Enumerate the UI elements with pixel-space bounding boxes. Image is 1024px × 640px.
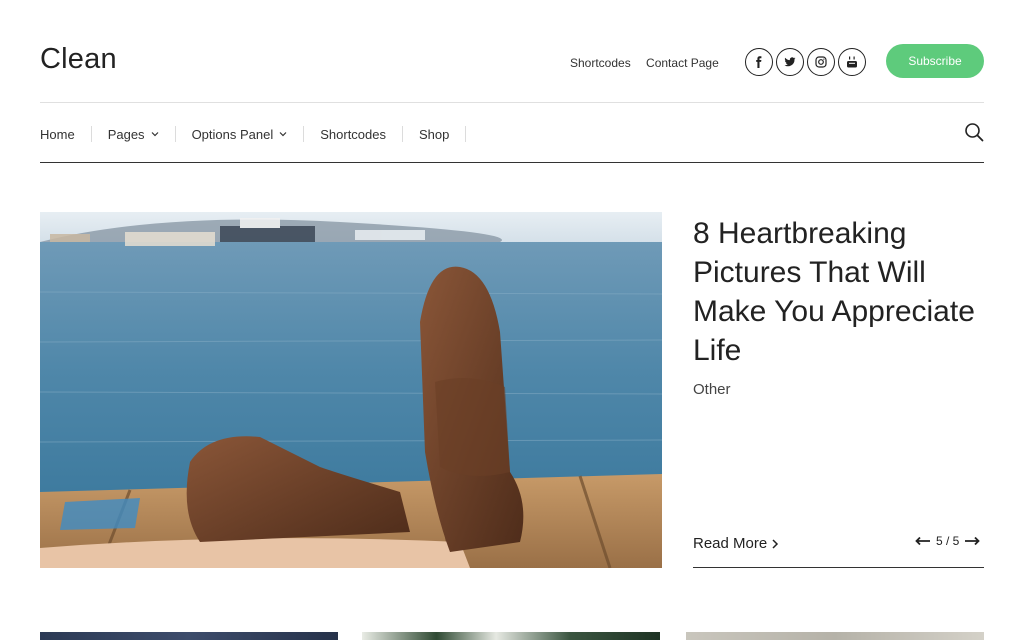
nav-label: Home <box>40 126 75 142</box>
instagram-icon[interactable] <box>807 48 835 76</box>
slider-pager: 5 / 5 <box>915 534 981 548</box>
top-link-contact[interactable]: Contact Page <box>646 56 719 70</box>
nav-label: Shortcodes <box>320 126 386 142</box>
nav-label: Shop <box>419 126 450 142</box>
site-header: Clean Shortcodes Contact Page Subscribe <box>40 40 984 102</box>
nav-item-home[interactable]: Home <box>40 126 92 142</box>
main-nav: Home Pages Options Panel Shortcodes Shop <box>40 103 984 163</box>
arrow-left-icon[interactable] <box>915 536 931 546</box>
nav-label: Options Panel <box>191 126 274 142</box>
nav-list: Home Pages Options Panel Shortcodes Shop <box>40 126 467 142</box>
subscribe-button[interactable]: Subscribe <box>886 44 984 78</box>
read-more-label: Read More <box>693 535 768 552</box>
site-logo[interactable]: Clean <box>40 43 117 76</box>
thumbnail-image[interactable] <box>686 632 984 640</box>
nav-label: Pages <box>107 126 145 142</box>
facebook-icon[interactable] <box>745 48 773 76</box>
nav-item-shop[interactable]: Shop <box>403 126 467 142</box>
pager-count: 5 / 5 <box>936 534 960 548</box>
search-icon[interactable] <box>964 122 984 142</box>
thumbnail-image[interactable] <box>40 632 338 640</box>
youtube-icon[interactable] <box>838 48 866 76</box>
nav-item-pages[interactable]: Pages <box>92 126 176 142</box>
chevron-right-icon <box>772 538 779 549</box>
post-divider <box>693 567 984 568</box>
nav-item-shortcodes[interactable]: Shortcodes <box>304 126 403 142</box>
read-more-link[interactable]: Read More <box>693 535 779 552</box>
post-thumbnails <box>40 632 984 640</box>
chevron-down-icon <box>151 132 158 137</box>
social-links <box>745 48 866 76</box>
chevron-down-icon <box>279 132 287 137</box>
nav-item-options-panel[interactable]: Options Panel <box>176 126 305 142</box>
twitter-icon[interactable] <box>776 48 804 76</box>
featured-image[interactable] <box>40 212 662 568</box>
top-link-shortcodes[interactable]: Shortcodes <box>570 56 631 70</box>
post-title[interactable]: 8 Heartbreaking Pictures That Will Make … <box>693 214 993 370</box>
post-category[interactable]: Other <box>693 381 731 398</box>
top-links: Shortcodes Contact Page <box>570 56 731 70</box>
arrow-right-icon[interactable] <box>964 536 981 546</box>
thumbnail-image[interactable] <box>362 632 660 640</box>
